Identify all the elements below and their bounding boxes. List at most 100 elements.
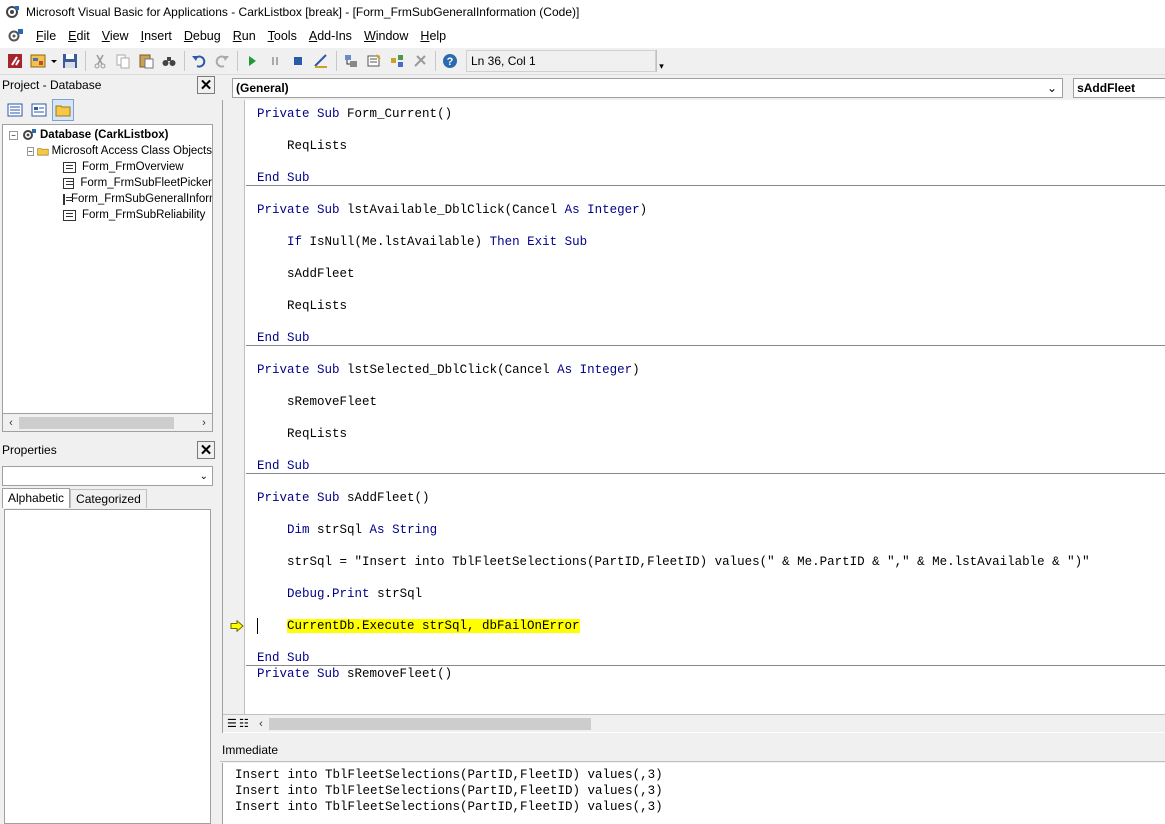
help-icon[interactable]: ? xyxy=(439,50,461,72)
code-line: ReqLists xyxy=(257,139,348,153)
procedure-separator xyxy=(246,473,1165,474)
menu-insert[interactable]: Insert xyxy=(135,29,178,43)
toolbar-options-icon[interactable]: ▾ xyxy=(656,50,666,72)
view-code-icon[interactable] xyxy=(4,99,26,121)
paste-icon[interactable] xyxy=(135,50,157,72)
code-line: sRemoveFleet xyxy=(257,395,378,409)
toolbar-separator xyxy=(85,51,86,71)
standard-toolbar: ? Ln 36, Col 1 ▾ xyxy=(0,48,1165,75)
redo-icon[interactable] xyxy=(211,50,233,72)
form-module-icon xyxy=(63,177,75,189)
menu-help[interactable]: Help xyxy=(414,29,452,43)
code-line: CurrentDb.Execute strSql, dbFailOnError xyxy=(257,618,580,634)
copy-icon[interactable] xyxy=(112,50,134,72)
code-line: Private Sub sAddFleet() xyxy=(257,491,430,505)
menu-mnemonic: D xyxy=(183,29,193,43)
break-icon[interactable] xyxy=(264,50,286,72)
project-tree: − Database (CarkListbox) − Microsoft Acc… xyxy=(2,124,213,414)
menu-tools[interactable]: Tools xyxy=(262,29,303,43)
scroll-thumb[interactable] xyxy=(19,416,174,429)
tree-item[interactable]: Form_FrmSubReliability xyxy=(3,207,212,223)
code-window-icon[interactable] xyxy=(6,28,24,44)
properties-window-icon[interactable] xyxy=(363,50,385,72)
collapse-icon[interactable]: − xyxy=(27,146,34,156)
tree-item[interactable]: Form_FrmSubFleetPicker xyxy=(3,175,212,191)
view-access-icon[interactable] xyxy=(4,50,26,72)
immediate-line: Insert into TblFleetSelections(PartID,Fl… xyxy=(235,768,663,782)
code-editor[interactable]: Private Sub Form_Current() ReqLists End S… xyxy=(246,100,1165,714)
tree-item[interactable]: Form_FrmOverview xyxy=(3,159,212,175)
scroll-thumb[interactable] xyxy=(269,717,591,730)
toolbar-separator xyxy=(435,51,436,71)
code-line: Private Sub lstAvailable_DblClick(Cancel… xyxy=(257,203,648,217)
code-line: ReqLists xyxy=(257,427,348,441)
project-explorer-icon[interactable] xyxy=(340,50,362,72)
menu-label: ebug xyxy=(192,29,221,43)
immediate-line: Insert into TblFleetSelections(PartID,Fl… xyxy=(235,784,663,798)
immediate-window[interactable]: Insert into TblFleetSelections(PartID,Fl… xyxy=(222,763,1165,824)
procedure-view-icon[interactable]: ☰ xyxy=(227,717,239,730)
tree-item-label: Form_FrmSubFleetPicker xyxy=(80,177,212,189)
save-icon[interactable] xyxy=(59,50,81,72)
full-module-view-icon[interactable]: ☷ xyxy=(239,717,253,730)
properties-tabs: Alphabetic Categorized xyxy=(2,488,213,508)
menu-label: dd-Ins xyxy=(317,29,352,43)
toggle-folders-icon[interactable] xyxy=(52,99,74,121)
menu-file[interactable]: File xyxy=(30,29,62,43)
scroll-right-icon[interactable]: › xyxy=(196,417,212,429)
tree-item[interactable]: Form_FrmSubGeneralInformation xyxy=(3,191,212,207)
find-icon[interactable] xyxy=(158,50,180,72)
menu-edit[interactable]: Edit xyxy=(62,29,96,43)
menu-window[interactable]: Window xyxy=(358,29,414,43)
properties-list[interactable] xyxy=(4,509,211,824)
menu-mnemonic: V xyxy=(101,29,110,43)
form-module-icon xyxy=(63,193,73,205)
close-properties-pane-icon[interactable]: ✕ xyxy=(197,441,215,459)
tree-item-label: Form_FrmSubGeneralInformation xyxy=(71,193,212,205)
procedure-separator xyxy=(246,345,1165,346)
folder-icon xyxy=(37,147,49,155)
scroll-left-icon[interactable]: ‹ xyxy=(253,718,269,730)
menu-debug[interactable]: Debug xyxy=(178,29,227,43)
close-project-pane-icon[interactable]: ✕ xyxy=(197,76,215,94)
tree-folder[interactable]: − Microsoft Access Class Objects xyxy=(3,143,212,159)
view-object-icon[interactable] xyxy=(28,99,50,121)
tree-item-label: Form_FrmSubReliability xyxy=(82,209,206,221)
menu-run[interactable]: Run xyxy=(227,29,262,43)
chevron-down-icon[interactable]: ⌄ xyxy=(200,471,208,482)
tree-root[interactable]: − Database (CarkListbox) xyxy=(3,127,212,143)
undo-icon[interactable] xyxy=(188,50,210,72)
form-module-icon xyxy=(63,161,76,173)
menu-add-ins[interactable]: Add-Ins xyxy=(303,29,358,43)
title-bar: Microsoft Visual Basic for Applications … xyxy=(0,0,1165,24)
collapse-icon[interactable]: − xyxy=(9,130,18,140)
chevron-down-icon[interactable]: ⌄ xyxy=(1047,81,1062,95)
tab-categorized[interactable]: Categorized xyxy=(70,489,147,508)
tree-item-label: Form_FrmOverview xyxy=(82,161,184,173)
menu-bar: File Edit View Insert Debug Run Tools Add-Ins Wi… xyxy=(0,24,1165,48)
cut-icon[interactable] xyxy=(89,50,111,72)
menu-view[interactable]: View xyxy=(96,29,135,43)
toolbar-separator xyxy=(184,51,185,71)
code-hscrollbar[interactable]: ☰ ☷ ‹ xyxy=(223,714,1165,732)
menu-label: un xyxy=(241,29,256,43)
design-mode-icon[interactable] xyxy=(310,50,332,72)
project-hscrollbar[interactable]: ‹ › xyxy=(2,414,213,432)
menu-label: iew xyxy=(109,29,129,43)
code-line: Debug.Print strSql xyxy=(287,587,423,601)
properties-object-select[interactable]: ⌄ xyxy=(2,466,213,486)
menu-mnemonic: W xyxy=(363,29,376,43)
procedure-select[interactable]: sAddFleet xyxy=(1073,78,1165,98)
tab-alphabetic[interactable]: Alphabetic xyxy=(2,488,71,508)
dropdown-arrow-icon[interactable] xyxy=(50,50,58,72)
reset-icon[interactable] xyxy=(287,50,309,72)
toolbar-separator xyxy=(237,51,238,71)
run-icon[interactable] xyxy=(241,50,263,72)
object-browser-icon[interactable] xyxy=(386,50,408,72)
insert-userform-icon[interactable] xyxy=(27,50,49,72)
scroll-left-icon[interactable]: ‹ xyxy=(3,417,19,429)
code-line: ReqLists xyxy=(257,299,348,313)
toolbox-icon[interactable] xyxy=(409,50,431,72)
code-line: If IsNull(Me.lstAvailable) Then Exit Sub xyxy=(287,235,588,249)
object-select[interactable]: (General) ⌄ xyxy=(232,78,1064,98)
